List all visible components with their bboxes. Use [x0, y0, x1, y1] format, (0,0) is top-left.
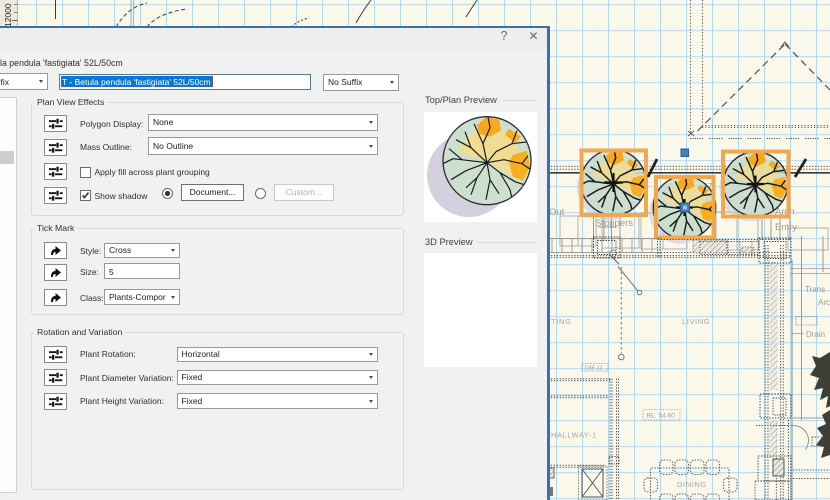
svg-text:TTING: TTING: [546, 317, 572, 326]
svg-text:LIVING: LIVING: [682, 317, 710, 326]
svg-text:Trans: Trans: [805, 285, 825, 294]
svg-text:DINING: DINING: [677, 480, 707, 489]
svg-text:RL. 54.60: RL. 54.60: [647, 413, 676, 420]
svg-text:DSF-12: DSF-12: [585, 366, 602, 372]
svg-text:HALLWAY-1: HALLWAY-1: [551, 431, 597, 440]
svg-text:Drain: Drain: [806, 330, 825, 339]
svg-text:Arc: Arc: [818, 298, 830, 307]
svg-text:Out: Out: [549, 207, 565, 218]
svg-text:Entry: Entry: [775, 222, 797, 233]
